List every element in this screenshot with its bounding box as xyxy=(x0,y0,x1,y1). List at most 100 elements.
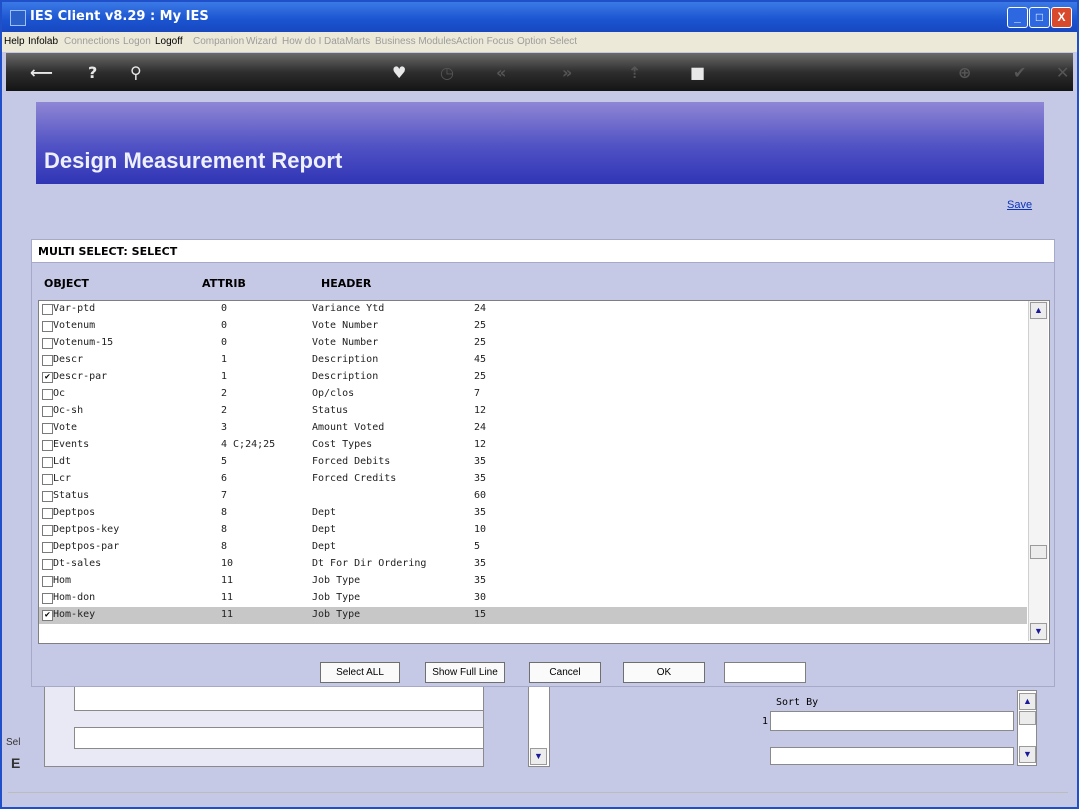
side-label-e: E xyxy=(11,755,21,771)
scroll-up-icon[interactable]: ▲ xyxy=(1019,693,1036,710)
row-checkbox[interactable] xyxy=(42,423,53,434)
row-checkbox[interactable] xyxy=(42,338,53,349)
menu-logon[interactable]: Logon xyxy=(123,36,151,47)
row-checkbox[interactable] xyxy=(42,321,53,332)
list-item[interactable]: Status 7 60 xyxy=(39,488,1027,505)
sort-by-field-2[interactable] xyxy=(770,747,1014,765)
upload-icon[interactable]: ⇡ xyxy=(628,63,641,82)
column-header-header: HEADER xyxy=(321,277,372,290)
menu-logoff[interactable]: Logoff xyxy=(155,36,183,47)
scroll-down-icon[interactable]: ▼ xyxy=(530,748,547,765)
list-item[interactable]: Oc 2 Op/clos 7 xyxy=(39,386,1027,403)
clock-icon[interactable]: ◷ xyxy=(440,63,454,82)
scroll-thumb[interactable] xyxy=(1030,545,1047,559)
menu-bar: Help Infolab Connections Logon Logoff Co… xyxy=(2,32,1077,52)
row-checkbox[interactable] xyxy=(42,593,53,604)
sort-by-field-1[interactable] xyxy=(770,711,1014,731)
row-checkbox-checked[interactable]: ✔ xyxy=(42,372,53,383)
stop-icon[interactable]: ■ xyxy=(690,63,705,82)
dialog-text-input[interactable] xyxy=(724,662,806,683)
list-item[interactable]: Ldt 5 Forced Debits 35 xyxy=(39,454,1027,471)
row-checkbox[interactable] xyxy=(42,440,53,451)
back-icon[interactable]: ⟵ xyxy=(30,63,53,82)
row-checkbox[interactable] xyxy=(42,406,53,417)
list-item[interactable]: Votenum-15 0 Vote Number 25 xyxy=(39,335,1027,352)
row-checkbox[interactable] xyxy=(42,525,53,536)
row-checkbox-checked[interactable]: ✔ xyxy=(42,610,53,621)
heart-icon[interactable]: ♥ xyxy=(392,63,406,82)
maximize-button[interactable]: □ xyxy=(1029,7,1050,28)
list-item[interactable]: Votenum 0 Vote Number 25 xyxy=(39,318,1027,335)
list-item[interactable]: Events 4 C;24;25 Cost Types 12 xyxy=(39,437,1027,454)
scroll-down-icon[interactable]: ▼ xyxy=(1030,623,1047,640)
row-checkbox[interactable] xyxy=(42,304,53,315)
row-checkbox[interactable] xyxy=(42,559,53,570)
background-field-1[interactable] xyxy=(74,685,484,711)
check-icon[interactable]: ✔ xyxy=(1013,63,1026,82)
menu-business-modules[interactable]: Business Modules xyxy=(375,36,456,47)
list-item[interactable]: Dt-sales 10 Dt For Dir Ordering 35 xyxy=(39,556,1027,573)
list-item-selected[interactable]: ✔ Hom-key 11 Job Type 15 xyxy=(39,607,1027,624)
scroll-up-icon[interactable]: ▲ xyxy=(1030,302,1047,319)
menu-datamarts[interactable]: DataMarts xyxy=(324,36,370,47)
search-icon[interactable]: ⚲ xyxy=(130,63,142,82)
list-scrollbar[interactable]: ▲ ▼ xyxy=(1028,301,1048,641)
list-item[interactable]: Hom-don 11 Job Type 30 xyxy=(39,590,1027,607)
menu-wizard[interactable]: Wizard xyxy=(246,36,277,47)
menu-infolab[interactable]: Infolab xyxy=(28,36,58,47)
list-item[interactable]: Lcr 6 Forced Credits 35 xyxy=(39,471,1027,488)
cancel-button[interactable]: Cancel xyxy=(529,662,601,683)
row-checkbox[interactable] xyxy=(42,576,53,587)
row-checkbox[interactable] xyxy=(42,355,53,366)
row-checkbox[interactable] xyxy=(42,389,53,400)
show-full-line-button[interactable]: Show Full Line xyxy=(425,662,505,683)
add-icon[interactable]: ⊕ xyxy=(958,63,971,82)
save-link[interactable]: Save xyxy=(1007,199,1032,211)
list-item[interactable]: Deptpos 8 Dept 35 xyxy=(39,505,1027,522)
list-item[interactable]: Oc-sh 2 Status 12 xyxy=(39,403,1027,420)
menu-action-focus[interactable]: Action Focus xyxy=(456,36,514,47)
row-width: 24 xyxy=(474,422,487,433)
row-checkbox[interactable] xyxy=(42,457,53,468)
list-item[interactable]: Var-ptd 0 Variance Ytd 24 xyxy=(39,301,1027,318)
menu-option-select[interactable]: Option Select xyxy=(517,36,577,47)
list-item[interactable]: Deptpos-key 8 Dept 10 xyxy=(39,522,1027,539)
forward-icon[interactable]: » xyxy=(562,63,572,82)
list-item[interactable]: Descr 1 Description 45 xyxy=(39,352,1027,369)
ok-button[interactable]: OK xyxy=(623,662,705,683)
list-item[interactable]: ✔ Descr-par 1 Description 25 xyxy=(39,369,1027,386)
row-width: 35 xyxy=(474,456,487,467)
close-window-button[interactable]: X xyxy=(1051,7,1072,28)
row-attrib: 11 xyxy=(221,609,234,620)
row-width: 15 xyxy=(474,609,487,620)
list-item[interactable]: Vote 3 Amount Voted 24 xyxy=(39,420,1027,437)
menu-companion[interactable]: Companion xyxy=(193,36,244,47)
menu-help[interactable]: Help xyxy=(4,36,25,47)
row-object: Oc xyxy=(53,388,66,399)
row-object: Var-ptd xyxy=(53,303,96,314)
background-field-2[interactable] xyxy=(74,727,484,749)
row-checkbox[interactable] xyxy=(42,542,53,553)
row-width: 35 xyxy=(474,473,487,484)
sort-scrollbar[interactable]: ▲ ▼ xyxy=(1017,690,1037,766)
select-all-button[interactable]: Select ALL xyxy=(320,662,400,683)
minimize-button[interactable]: _ xyxy=(1007,7,1028,28)
help-icon[interactable]: ? xyxy=(88,63,97,82)
list-item[interactable]: Hom 11 Job Type 35 xyxy=(39,573,1027,590)
row-checkbox[interactable] xyxy=(42,491,53,502)
close-icon[interactable]: ✕ xyxy=(1056,63,1069,82)
scroll-thumb[interactable] xyxy=(1019,711,1036,725)
title-bar[interactable]: IES Client v8.29 : My IES _ □ X xyxy=(2,2,1077,32)
scroll-down-icon[interactable]: ▼ xyxy=(1019,746,1036,763)
menu-how-do-i[interactable]: How do I xyxy=(282,36,321,47)
row-width: 35 xyxy=(474,507,487,518)
row-object: Deptpos xyxy=(53,507,96,518)
menu-connections[interactable]: Connections xyxy=(64,36,120,47)
rewind-icon[interactable]: « xyxy=(496,63,506,82)
row-width: 7 xyxy=(474,388,481,399)
row-checkbox[interactable] xyxy=(42,474,53,485)
row-checkbox[interactable] xyxy=(42,508,53,519)
row-header: Job Type xyxy=(312,609,361,620)
background-scrollbar-middle[interactable]: ▼ xyxy=(528,685,550,767)
list-item[interactable]: Deptpos-par 8 Dept 5 xyxy=(39,539,1027,556)
